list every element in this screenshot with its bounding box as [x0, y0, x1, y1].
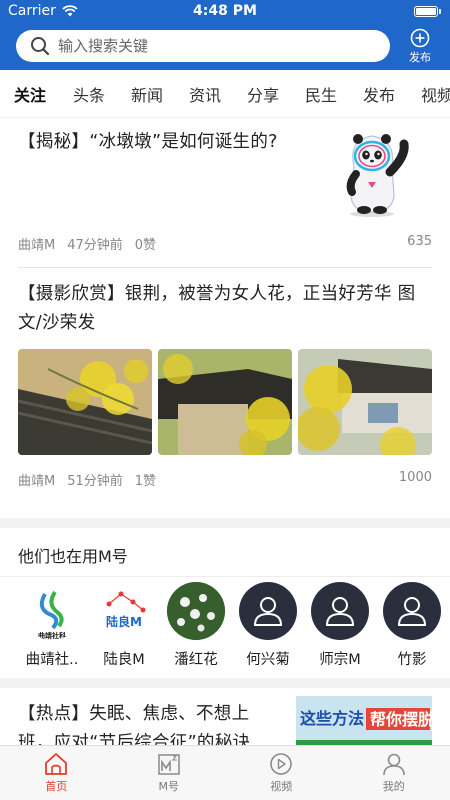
tabbar-video[interactable]: 视频 — [225, 746, 338, 800]
article-card: 【揭秘】“冰墩墩”是如何诞生的? 曲靖M 47分钟前 0赞 635 【摄影欣赏】… — [0, 118, 450, 518]
avatar: 曲靖社科 — [23, 582, 81, 640]
tab-fenxiang[interactable]: 分享 — [234, 82, 292, 106]
thumbnail-text-2: 帮你摆脱 — [370, 710, 432, 729]
tabbar-m-number[interactable]: M号 — [113, 746, 226, 800]
recommend-heading: 他们也在用M号 — [18, 547, 128, 566]
account-name: 陆良M — [103, 652, 145, 668]
search-row: 发布 — [0, 28, 450, 68]
publish-button[interactable]: 发布 — [400, 28, 440, 68]
tab-toutiao[interactable]: 头条 — [60, 82, 118, 106]
wifi-icon — [62, 5, 78, 17]
flower-photo-icon — [167, 582, 225, 640]
add-circle-icon — [410, 28, 430, 48]
default-user-icon — [383, 582, 441, 640]
tab-minsheng[interactable]: 民生 — [292, 82, 350, 106]
battery-icon — [414, 5, 441, 17]
status-left: Carrier — [8, 3, 78, 19]
tabbar-label: 首页 — [45, 780, 68, 793]
article-meta: 曲靖M 47分钟前 0赞 — [18, 234, 156, 253]
m-number-icon — [158, 754, 180, 775]
account-item[interactable]: 师宗M — [310, 582, 370, 678]
tabbar-label: 视频 — [270, 780, 293, 793]
tab-shipin[interactable]: 视频 — [408, 82, 450, 106]
carrier-label: Carrier — [8, 3, 56, 19]
default-user-icon — [239, 582, 297, 640]
tab-fabu[interactable]: 发布 — [350, 82, 408, 106]
article-item-2[interactable]: 【摄影欣赏】银荆，被誉为女人花，正当好芳华 图文/沙荣发 曲靖M 51分钟前 1… — [18, 268, 432, 518]
bing-dwen-dwen-mascot-image — [346, 134, 409, 217]
article-image — [158, 349, 292, 455]
account-item[interactable]: 何兴菊 — [238, 582, 298, 678]
tabbar-home[interactable]: 首页 — [0, 746, 113, 800]
publish-label: 发布 — [409, 51, 431, 64]
article-image-grid — [18, 349, 432, 455]
account-name: 曲靖社.. — [25, 652, 79, 668]
article-image — [298, 349, 432, 455]
article-views: 635 — [407, 234, 432, 249]
account-name: 何兴菊 — [246, 652, 290, 668]
feed: 【揭秘】“冰墩墩”是如何诞生的? 曲靖M 47分钟前 0赞 635 【摄影欣赏】… — [0, 118, 450, 800]
search-box[interactable] — [16, 30, 390, 62]
article-time: 51分钟前 — [67, 474, 123, 489]
article-meta: 曲靖M 51分钟前 1赞 — [18, 470, 156, 489]
thumbnail-text-1: 这些方法 — [300, 709, 364, 728]
bottom-tab-bar: 首页 M号 视频 我的 — [0, 745, 450, 800]
play-circle-icon — [270, 753, 293, 775]
default-user-icon — [311, 582, 369, 640]
status-bar: Carrier 4:48 PM — [0, 0, 450, 22]
account-item[interactable]: 竹影 — [382, 582, 442, 678]
tabbar-mine[interactable]: 我的 — [338, 746, 450, 800]
tabbar-label: M号 — [158, 780, 180, 793]
search-input[interactable] — [58, 37, 358, 55]
tab-guanzhu[interactable]: 关注 — [0, 82, 60, 106]
account-name: 竹影 — [397, 652, 427, 668]
article-likes: 0赞 — [134, 238, 157, 253]
channel-tabs: 关注 头条 新闻 资讯 分享 民生 发布 视频 — [0, 70, 450, 118]
tab-xinwen[interactable]: 新闻 — [118, 82, 176, 106]
home-icon — [45, 753, 68, 775]
luliang-logo-text: 陆良M — [106, 614, 142, 629]
account-name: 师宗M — [319, 652, 361, 668]
article-time: 47分钟前 — [67, 238, 123, 253]
qujing-logo-text: 曲靖社科 — [38, 631, 66, 640]
avatar — [167, 582, 225, 640]
account-item[interactable]: 潘红花 — [166, 582, 226, 678]
luliang-logo-icon: 陆良M — [106, 591, 146, 629]
avatar: 陆良M — [95, 582, 153, 640]
article-item-1[interactable]: 【揭秘】“冰墩墩”是如何诞生的? 曲靖M 47分钟前 0赞 635 — [18, 118, 432, 268]
account-list: 曲靖社科 曲靖社.. 陆良M 陆良M 潘红花 何兴菊 师宗M 竹影 — [0, 582, 450, 678]
user-icon — [382, 753, 405, 776]
account-item[interactable]: 曲靖社科 曲靖社.. — [22, 582, 82, 678]
article-author: 曲靖M — [18, 238, 56, 253]
qujing-logo-icon: 曲靖社科 — [38, 590, 66, 640]
article-views: 1000 — [398, 470, 432, 485]
divider — [0, 576, 450, 577]
tabbar-label: 我的 — [382, 780, 405, 793]
article-image — [18, 349, 152, 455]
search-icon — [31, 37, 50, 56]
top-bar: Carrier 4:48 PM 发布 — [0, 0, 450, 70]
article-author: 曲靖M — [18, 474, 56, 489]
article-title: 【揭秘】“冰墩墩”是如何诞生的? — [18, 132, 278, 152]
tab-zixun[interactable]: 资讯 — [176, 82, 234, 106]
article-likes: 1赞 — [134, 474, 157, 489]
recommend-accounts: 他们也在用M号 曲靖社科 曲靖社.. 陆良M 陆良M 潘红花 何兴菊 师宗M 竹… — [0, 528, 450, 678]
account-name: 潘红花 — [174, 652, 218, 668]
account-item[interactable]: 陆良M 陆良M — [94, 582, 154, 678]
article-title: 【摄影欣赏】银荆，被誉为女人花，正当好芳华 图文/沙荣发 — [18, 284, 416, 333]
